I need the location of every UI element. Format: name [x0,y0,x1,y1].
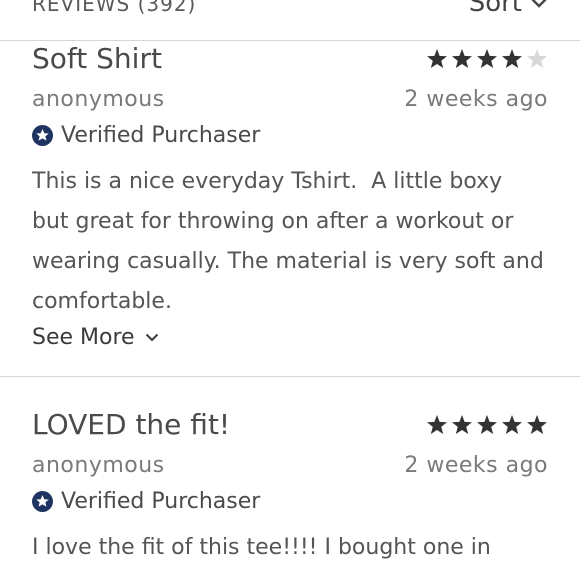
verified-purchaser-badge: Verified Purchaser [32,123,260,148]
verified-label: Verified Purchaser [61,123,261,148]
review-author: anonymous [32,453,165,478]
sort-label: Sort [468,0,522,18]
star-filled-icon [477,415,497,434]
star-filled-icon [452,415,472,434]
review-count: REVIEWS (392) [32,0,197,16]
see-more-label: See More [32,325,135,350]
star-filled-icon [527,415,547,434]
sort-button[interactable]: Sort [469,0,548,18]
verified-label: Verified Purchaser [61,489,261,514]
review-date: 2 weeks ago [404,453,548,478]
star-filled-icon [502,49,522,68]
star-empty-icon [527,49,547,68]
review-date: 2 weeks ago [404,87,548,112]
reviews-page: REVIEWS (392) Sort Soft Shirt anonymous … [0,0,580,579]
star-filled-icon [477,49,497,68]
star-rating [426,48,548,70]
review-title: Soft Shirt [32,42,162,75]
star-filled-icon [427,49,447,68]
review-body: I love the fit of this tee!!!! I bought … [32,535,491,560]
see-more-button[interactable]: See More [32,325,159,350]
verified-star-icon [32,125,53,146]
star-rating [426,414,548,436]
star-filled-icon [502,415,522,434]
review-item: Soft Shirt anonymous 2 weeks ago Verifie… [0,40,580,376]
reviews-header: REVIEWS (392) Sort [0,0,580,40]
star-filled-icon [427,415,447,434]
review-body: This is a nice everyday Tshirt. A little… [32,169,544,314]
review-author: anonymous [32,87,165,112]
verified-purchaser-badge: Verified Purchaser [32,489,260,514]
review-item: LOVED the fit! anonymous 2 weeks ago Ver… [0,376,580,579]
chevron-down-icon [531,0,547,8]
review-title: LOVED the fit! [32,408,231,441]
verified-star-icon [32,491,53,512]
chevron-down-icon [145,333,158,342]
star-filled-icon [452,49,472,68]
